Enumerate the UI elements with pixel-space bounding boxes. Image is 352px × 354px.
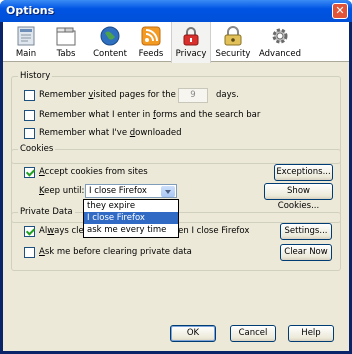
keep-until-value: I close Firefox — [89, 186, 147, 196]
tab-advanced[interactable]: Advanced — [255, 22, 305, 62]
dropdown-option[interactable]: they expire — [84, 200, 178, 212]
keep-until-select[interactable]: I close Firefox — [85, 184, 177, 198]
keep-until-label: Keep until: — [39, 186, 85, 196]
remember-forms-label: Remember what I enter in forms and the s… — [39, 110, 261, 120]
days-label: days. — [216, 90, 239, 100]
dropdown-option[interactable]: ask me every time — [84, 224, 178, 236]
tab-privacy-label: Privacy — [175, 49, 207, 59]
dropdown-option-selected[interactable]: I close Firefox — [84, 212, 178, 224]
window-title: Options — [6, 4, 55, 17]
main-icon — [15, 25, 37, 47]
security-icon — [222, 25, 244, 47]
help-button[interactable]: Help — [288, 325, 334, 342]
history-days-input[interactable]: 9 — [178, 88, 208, 103]
cookies-title: Cookies — [18, 144, 56, 154]
tab-privacy[interactable]: Privacy — [171, 22, 211, 63]
remember-forms-checkbox[interactable] — [24, 110, 35, 121]
always-clear-checkbox[interactable] — [24, 226, 35, 237]
tab-advanced-label: Advanced — [259, 49, 301, 59]
tab-feeds-label: Feeds — [138, 49, 164, 59]
ok-button[interactable]: OK — [170, 325, 216, 342]
ask-before-clearing-checkbox[interactable] — [24, 247, 35, 258]
private-data-title: Private Data — [18, 207, 75, 217]
settings-button[interactable]: Settings... — [280, 223, 332, 240]
accept-cookies-checkbox[interactable] — [24, 167, 35, 178]
options-window: Options ✕ Main Tabs Content Feeds Privac… — [0, 0, 352, 354]
tab-content-label: Content — [93, 49, 127, 59]
title-bar[interactable]: Options ✕ — [0, 0, 352, 22]
tab-main[interactable]: Main — [7, 22, 45, 62]
tab-tabs[interactable]: Tabs — [47, 22, 85, 62]
history-title: History — [18, 71, 53, 81]
tab-tabs-label: Tabs — [56, 49, 76, 59]
privacy-icon — [180, 25, 202, 47]
remember-visited-checkbox[interactable] — [24, 90, 35, 101]
remember-downloads-checkbox[interactable] — [24, 128, 35, 139]
tab-feeds[interactable]: Feeds — [133, 22, 169, 62]
remember-visited-label: Remember visited pages for the last — [39, 90, 194, 100]
tab-content[interactable]: Content — [89, 22, 131, 62]
exceptions-button[interactable]: Exceptions... — [274, 164, 333, 181]
accept-cookies-label: Accept cookies from sites — [39, 167, 148, 177]
tab-main-label: Main — [15, 49, 37, 59]
tab-security-label: Security — [215, 49, 251, 59]
chevron-down-icon[interactable] — [161, 186, 175, 197]
advanced-icon — [269, 25, 291, 47]
keep-until-dropdown-list: they expire I close Firefox ask me every… — [83, 199, 179, 238]
tab-security[interactable]: Security — [213, 22, 253, 62]
remember-downloads-label: Remember what I've downloaded — [39, 128, 182, 138]
close-button[interactable]: ✕ — [332, 3, 348, 19]
clear-now-button[interactable]: Clear Now — [280, 244, 332, 261]
feeds-icon — [140, 25, 162, 47]
ask-before-clearing-label: Ask me before clearing private data — [39, 247, 192, 257]
tabs-icon — [55, 25, 77, 47]
category-toolbar: Main Tabs Content Feeds Privacy Security… — [3, 22, 349, 63]
dialog-body: Main Tabs Content Feeds Privacy Security… — [3, 22, 349, 351]
cancel-button[interactable]: Cancel — [230, 325, 276, 342]
show-cookies-button[interactable]: Show Cookies... — [264, 183, 333, 211]
content-icon — [99, 25, 121, 47]
